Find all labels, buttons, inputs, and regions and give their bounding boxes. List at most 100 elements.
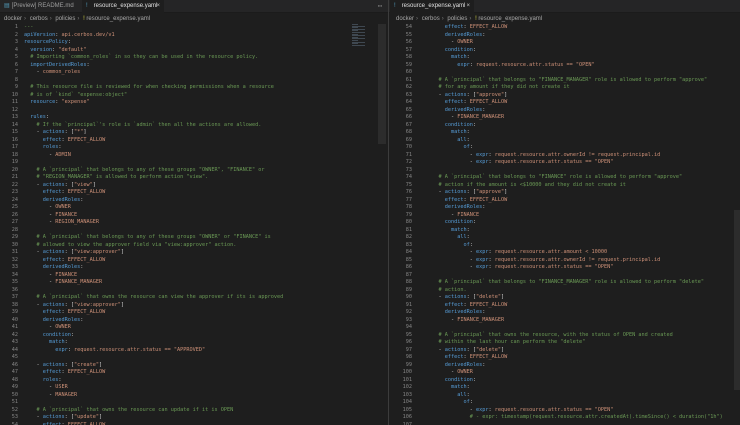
code-line[interactable]: - common_roles [24,69,283,77]
code-line[interactable]: # "REGION_MANAGER" is allowed to perform… [24,174,283,182]
code-line[interactable]: all: [426,392,723,400]
code-line[interactable]: - FINANCE_MANAGER [24,279,283,287]
code-line[interactable]: rules: [24,114,283,122]
code-line[interactable] [24,77,283,85]
breadcrumb-item[interactable]: cerbos [422,16,440,22]
breadcrumb-item[interactable]: resource_expense.yaml [478,16,542,22]
code-line[interactable]: roles: [24,377,283,385]
code-line[interactable]: expr: request.resource.attr.status == "O… [426,62,723,70]
code-line[interactable] [24,227,283,235]
code-line[interactable] [426,422,723,425]
close-icon[interactable]: × [156,0,160,13]
code-line[interactable]: expr: request.resource.attr.status == "A… [24,347,283,355]
code-line[interactable]: - OWNER [426,39,723,47]
code-line[interactable]: condition: [426,122,723,130]
code-line[interactable]: - expr: request.resource.attr.status == … [426,159,723,167]
code-line[interactable]: match: [426,54,723,62]
code-line[interactable]: - OWNER [426,369,723,377]
code-line[interactable]: effect: EFFECT_ALLOW [426,99,723,107]
code-line[interactable]: # action. [426,287,723,295]
code-line[interactable]: - FINANCE [24,272,283,280]
split-editor-icon[interactable]: ⋯ [372,0,388,13]
tab-resource-expense-left[interactable]: ! resource_expense.yaml × [82,0,164,13]
breadcrumb-item[interactable]: docker [396,16,414,22]
code-area[interactable]: --- apiVersion: api.cerbos.dev/v1 resource… [24,24,283,425]
code-line[interactable]: effect: EFFECT_ALLOW [24,257,283,265]
code-line[interactable]: effect: EFFECT_ALLOW [426,24,723,32]
editor-pane-right[interactable]: 54 55 56 57 58 59 60 61 62 63 64 65 66 67 68 69 70 71 72 73… [392,24,740,425]
code-line[interactable] [24,399,283,407]
code-line[interactable]: - MANAGER [24,392,283,400]
code-line[interactable]: - actions: ["create"] [24,362,283,370]
code-line[interactable]: # is of `kind` "expense:object" [24,92,283,100]
scrollbar[interactable] [378,24,386,144]
code-line[interactable]: condition: [426,47,723,55]
breadcrumb-item[interactable]: cerbos [30,16,48,22]
code-line[interactable]: of: [426,242,723,250]
breadcrumb-item[interactable]: docker [4,16,22,22]
code-line[interactable]: derivedRoles: [24,264,283,272]
code-line[interactable]: condition: [24,332,283,340]
code-line[interactable] [426,324,723,332]
code-line[interactable]: derivedRoles: [24,317,283,325]
tab-resource-expense-right[interactable]: ! resource_expense.yaml × [390,0,474,13]
breadcrumb-item[interactable]: policies [55,16,75,22]
code-line[interactable]: effect: EFFECT_ALLOW [426,197,723,205]
code-line[interactable]: # A `principal` that owns the resource, … [426,332,723,340]
code-line[interactable]: effect: EFFECT_ALLOW [24,137,283,145]
code-line[interactable] [426,272,723,280]
code-line[interactable]: match: [426,129,723,137]
code-line[interactable]: - actions: ["approve"] [426,92,723,100]
code-line[interactable]: importDerivedRoles: [24,62,283,70]
code-line[interactable]: # for any amount if they did not create … [426,84,723,92]
code-line[interactable]: derivedRoles: [426,107,723,115]
code-line[interactable]: - actions: ["approve"] [426,189,723,197]
code-line[interactable] [24,159,283,167]
code-line[interactable]: - FINANCE [426,212,723,220]
editor-pane-left[interactable]: 1 2 3 4 5 6 7 8 9 10 11 12 13 14 15 16 17 18 19 20 21 22 23 24 2… [0,24,388,425]
breadcrumb-item[interactable]: policies [447,16,467,22]
code-line[interactable]: - actions: ["update"] [24,414,283,422]
code-line[interactable]: match: [426,227,723,235]
code-line[interactable]: effect: EFFECT_ALLOW [426,302,723,310]
code-line[interactable]: # A `principal` that belongs to any of t… [24,167,283,175]
code-line[interactable]: - expr: request.resource.attr.amount < 1… [426,249,723,257]
code-line[interactable]: # This resource file is reviewed for whe… [24,84,283,92]
code-line[interactable]: - ADMIN [24,152,283,160]
code-line[interactable]: - actions: ["view"] [24,182,283,190]
code-line[interactable]: - expr: request.resource.attr.ownerId !=… [426,152,723,160]
code-line[interactable]: - OWNER [24,204,283,212]
code-line[interactable]: derivedRoles: [426,32,723,40]
code-line[interactable]: - expr: request.resource.attr.ownerId !=… [426,257,723,265]
code-line[interactable]: effect: EFFECT_ALLOW [24,309,283,317]
code-line[interactable]: of: [426,144,723,152]
code-line[interactable]: # A `principal` that owns the resource c… [24,407,283,415]
split-divider[interactable] [388,0,389,425]
code-line[interactable]: - FINANCE_MANAGER [426,317,723,325]
code-line[interactable]: # action if the amount is <$10000 and th… [426,182,723,190]
code-line[interactable]: # within the last hour can perform the "… [426,339,723,347]
scrollbar[interactable] [734,210,740,390]
code-area[interactable]: effect: EFFECT_ALLOW derivedRoles: - OWN… [426,24,723,425]
code-line[interactable]: - FINANCE_MANAGER [426,114,723,122]
code-line[interactable]: # A `principal` that belongs to "FINANCE… [426,174,723,182]
code-line[interactable] [426,167,723,175]
code-line[interactable]: --- [24,24,283,32]
code-line[interactable]: # A `principal` that belongs to "FINANCE… [426,279,723,287]
code-line[interactable]: - USER [24,384,283,392]
code-line[interactable]: - actions: ["delete"] [426,347,723,355]
code-line[interactable]: # Importing `common_roles` in so they ca… [24,54,283,62]
code-line[interactable] [24,107,283,115]
code-line[interactable]: effect: EFFECT_ALLOW [24,189,283,197]
code-line[interactable]: match: [426,384,723,392]
code-line[interactable]: # - expr: timestamp(request.resource.att… [426,414,723,422]
code-line[interactable]: effect: EFFECT_ALLOW [24,422,283,425]
code-line[interactable]: of: [426,399,723,407]
code-line[interactable]: # A `principal` that owns the resource c… [24,294,283,302]
code-line[interactable]: # If the `principal`'s role is `admin` t… [24,122,283,130]
code-line[interactable] [24,354,283,362]
code-line[interactable]: version: "default" [24,47,283,55]
code-line[interactable]: match: [24,339,283,347]
breadcrumb-item[interactable]: resource_expense.yaml [86,16,150,22]
code-line[interactable]: - REGION_MANAGER [24,219,283,227]
